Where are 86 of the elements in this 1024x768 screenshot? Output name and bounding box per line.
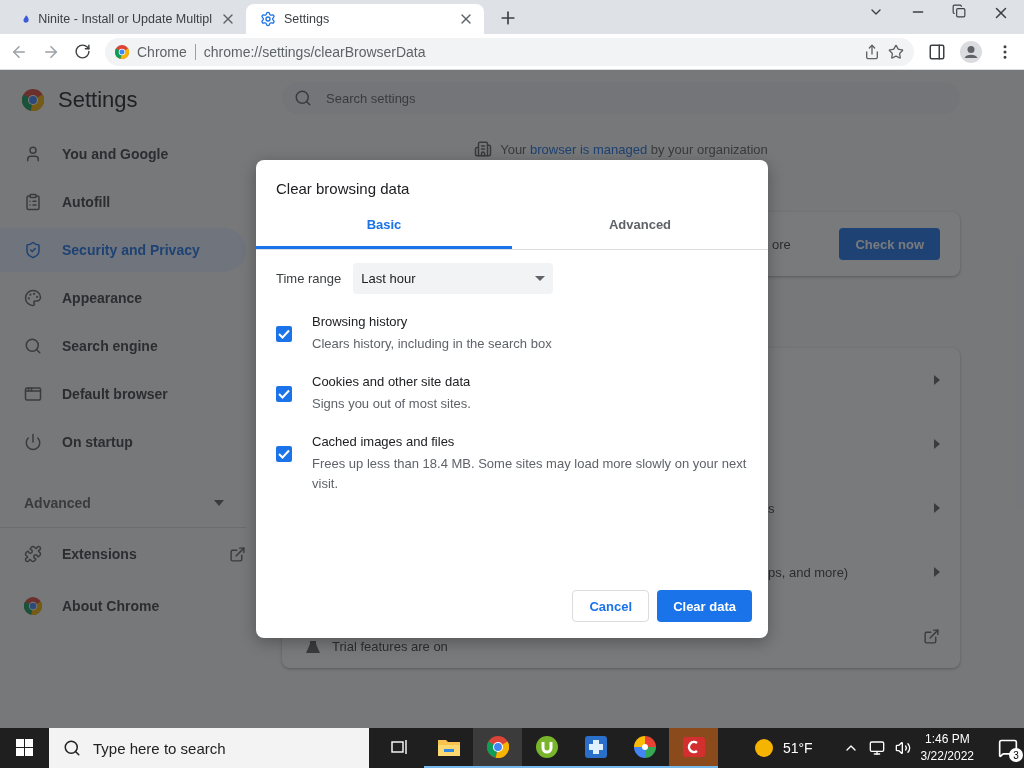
time-range-label: Time range xyxy=(276,271,342,286)
sidebar-item[interactable]: Default browser xyxy=(0,372,246,416)
search-icon xyxy=(294,89,312,107)
sun-icon[interactable] xyxy=(754,739,773,757)
option-description: Clears history, including in the search box xyxy=(312,335,552,353)
restore-icon[interactable] xyxy=(952,4,966,18)
dialog-tab[interactable]: Advanced xyxy=(512,211,768,249)
taskbar-search-field[interactable]: Type here to search xyxy=(49,728,369,768)
settings-icon xyxy=(260,11,276,27)
flask-icon xyxy=(306,641,320,653)
site-label: Chrome xyxy=(137,43,187,60)
puzzle-icon xyxy=(24,545,42,563)
app-icon[interactable] xyxy=(681,736,706,758)
person-icon xyxy=(24,145,42,163)
sidebar-item[interactable]: Appearance xyxy=(0,276,246,320)
external-link-icon xyxy=(229,545,246,563)
dialog-title: Clear browsing data xyxy=(275,179,411,197)
option-description: Frees up less than 18.4 MB. Some sites may load more slowly on your next visit. xyxy=(312,455,748,493)
chrome-logo-icon xyxy=(22,89,44,111)
external-link-icon[interactable] xyxy=(923,627,940,645)
windows-start-icon[interactable] xyxy=(16,738,33,756)
advanced-section[interactable]: Advanced xyxy=(0,478,246,528)
managed-notice: Your browser is managed by your organization xyxy=(500,141,768,157)
building-icon xyxy=(474,140,493,158)
url-text: chrome://settings/clearBrowserData xyxy=(203,43,426,60)
sidebar-item[interactable]: You and Google xyxy=(0,132,246,176)
task-view-icon[interactable] xyxy=(390,739,409,755)
caret-icon xyxy=(214,499,224,506)
tab-title: Settings xyxy=(284,12,331,26)
window-icon xyxy=(24,385,42,403)
chrome-icon xyxy=(486,736,509,758)
power-icon xyxy=(24,433,42,451)
network-icon[interactable] xyxy=(868,740,885,756)
search-icon xyxy=(24,337,42,355)
medical-app-icon[interactable] xyxy=(583,735,608,759)
pinwheel-icon[interactable] xyxy=(632,735,657,759)
sidebar-item[interactable]: Security and Privacy xyxy=(0,228,246,272)
arrow-icon[interactable] xyxy=(934,567,940,577)
chrome-logo-icon xyxy=(24,597,42,615)
sidebar-item[interactable]: About Chrome xyxy=(0,582,246,630)
clear-data-button[interactable]: Clear data xyxy=(657,590,752,622)
weather-text[interactable]: 51°F xyxy=(782,740,813,756)
arrow-icon[interactable] xyxy=(934,375,940,385)
notification-count: 3 xyxy=(1009,748,1023,762)
palette-icon xyxy=(24,289,42,307)
side-panel-icon[interactable] xyxy=(928,42,946,61)
option-title: Cookies and other site data xyxy=(312,374,471,389)
share-icon[interactable] xyxy=(864,43,880,60)
check-now-button[interactable]: Check now xyxy=(839,228,940,260)
setting-row-text: s xyxy=(768,500,776,516)
tab-title: Ninite - Install or Update Multipl xyxy=(38,12,212,26)
setting-row-text: Trial features are on xyxy=(332,637,449,654)
notification-icon[interactable] xyxy=(998,738,1018,758)
profile-icon[interactable] xyxy=(960,40,982,63)
folder-icon[interactable] xyxy=(436,737,461,757)
browser-tab[interactable]: Settings xyxy=(246,4,484,34)
clock[interactable]: 1:46 PM 3/22/2022 xyxy=(920,731,974,765)
managed-link[interactable]: browser is managed xyxy=(530,141,648,157)
cancel-button[interactable]: Cancel xyxy=(572,590,650,622)
time-range-select[interactable]: Last hour xyxy=(353,263,554,294)
dialog-tab[interactable]: Basic xyxy=(256,211,512,249)
checkbox[interactable] xyxy=(276,446,292,462)
clipboard-icon xyxy=(24,193,42,211)
search-icon xyxy=(63,739,81,757)
sidebar-item[interactable]: Extensions xyxy=(0,530,246,578)
torrent-icon[interactable] xyxy=(534,735,559,759)
chrome-logo-icon xyxy=(115,44,129,59)
page-title: Settings xyxy=(58,87,138,113)
sidebar-item[interactable]: Search engine xyxy=(0,324,246,368)
bookmark-star-icon[interactable] xyxy=(888,43,904,60)
reload-icon[interactable] xyxy=(74,43,91,60)
checkbox[interactable] xyxy=(276,386,292,402)
browser-tab[interactable]: Ninite - Install or Update Multipl xyxy=(8,4,246,34)
option-title: Browsing history xyxy=(312,314,409,329)
address-bar[interactable]: Chrome chrome://settings/clearBrowserData xyxy=(105,37,914,66)
sidebar-item[interactable]: Autofill xyxy=(0,180,246,224)
shield-icon xyxy=(24,241,42,259)
arrow-icon[interactable] xyxy=(934,439,940,449)
setting-row-text: ps, and more) xyxy=(768,564,850,580)
arrow-icon[interactable] xyxy=(934,503,940,513)
option-title: Cached images and files xyxy=(312,434,456,449)
checkbox[interactable] xyxy=(276,326,292,342)
volume-icon[interactable] xyxy=(894,740,911,756)
option-description: Signs you out of most sites. xyxy=(312,395,471,413)
sidebar-item[interactable]: On startup xyxy=(0,420,246,464)
card-text: ore xyxy=(772,236,792,252)
